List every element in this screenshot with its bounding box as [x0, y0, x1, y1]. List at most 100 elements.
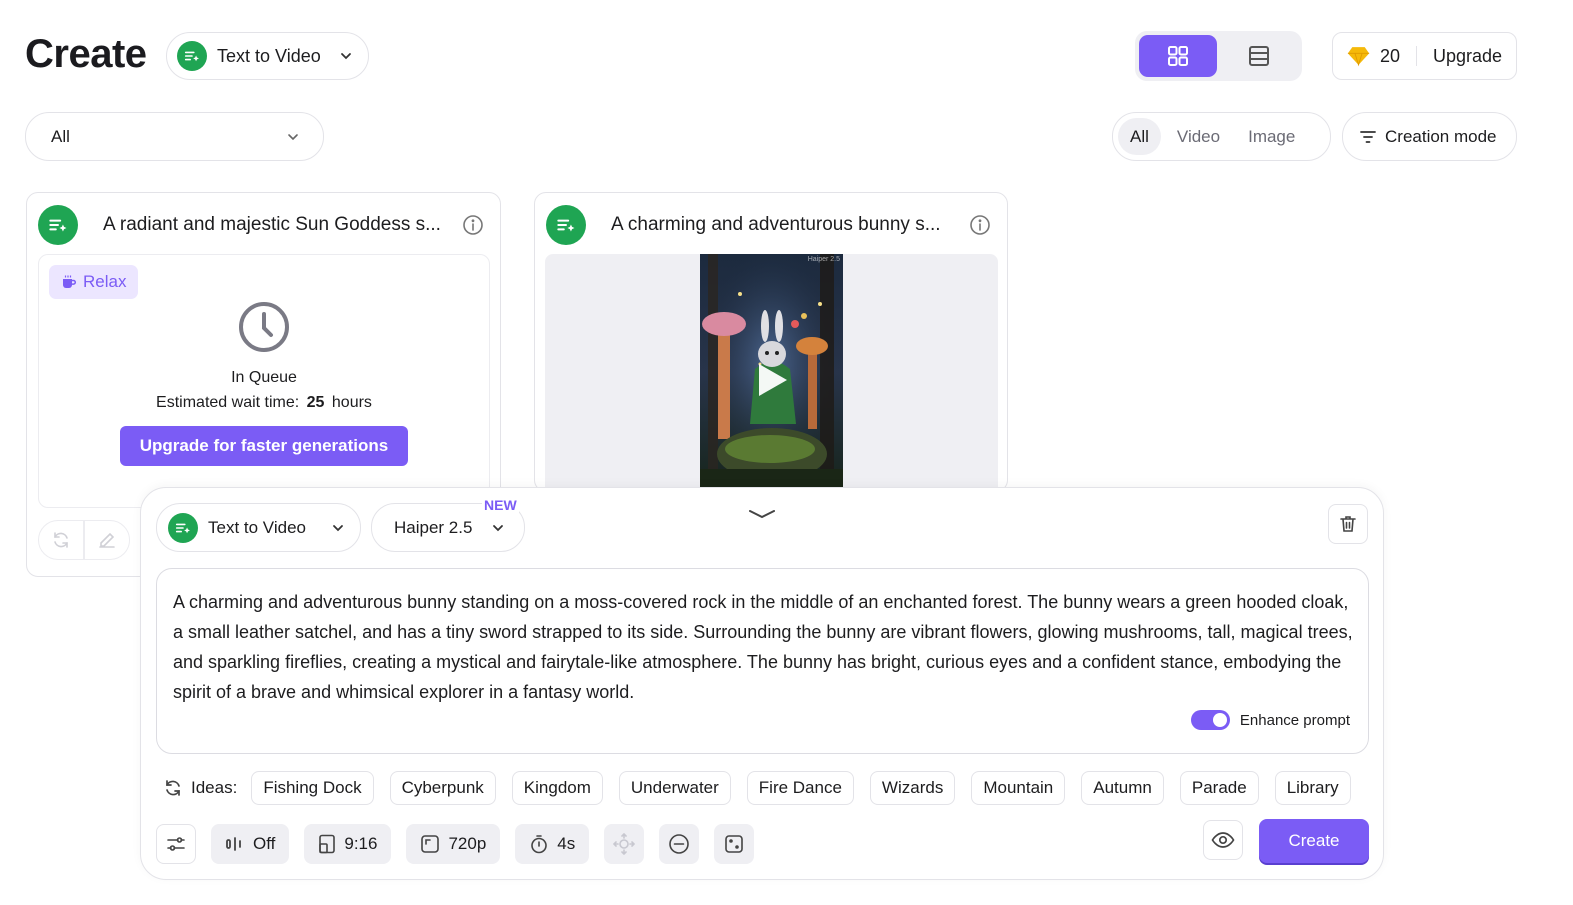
audio-wave-icon [226, 836, 241, 851]
audio-value: Off [253, 833, 276, 853]
generation-card: A charming and adventurous bunny s... Ha… [534, 192, 1008, 492]
filter-icon [1360, 130, 1376, 143]
edit-icon [99, 532, 115, 548]
wait-time-unit: hours [331, 394, 372, 411]
text-to-video-icon [177, 41, 207, 71]
seed-button[interactable] [714, 823, 755, 864]
create-button[interactable]: Create [1259, 819, 1369, 863]
ideas-row: Ideas: Fishing Dock Cyberpunk Kingdom Un… [163, 771, 1367, 805]
idea-chip[interactable]: Fire Dance [746, 771, 854, 805]
prompt-text: A charming and adventurous bunny standin… [173, 592, 1353, 702]
video-preview-area: Haiper 2.5 [545, 254, 998, 492]
refresh-icon [54, 532, 68, 548]
card-title: A charming and adventurous bunny s... [611, 214, 941, 235]
idea-chip[interactable]: Kingdom [511, 771, 603, 805]
card-header: A charming and adventurous bunny s... [546, 205, 991, 245]
list-view-button[interactable] [1221, 35, 1299, 77]
queue-status-box: Relax In Queue Estimated wait time: 25 h… [38, 254, 490, 508]
eye-icon [1211, 832, 1235, 848]
move-icon [613, 832, 636, 855]
enhance-prompt-toggle[interactable] [1190, 710, 1230, 730]
text-to-video-icon [168, 512, 198, 543]
aspect-ratio-button[interactable]: 9:16 [304, 823, 392, 864]
edit-button[interactable] [84, 520, 130, 560]
enhance-prompt-control: Enhance prompt [1190, 710, 1350, 730]
duration-button[interactable]: 4s [515, 823, 590, 864]
new-badge: NEW [482, 497, 519, 513]
duration-value: 4s [557, 833, 576, 853]
tab-video[interactable]: Video [1165, 118, 1232, 155]
coffee-icon [63, 275, 77, 288]
sliders-icon [167, 836, 185, 851]
trash-icon [1340, 516, 1356, 532]
prompt-textarea[interactable]: A charming and adventurous bunny standin… [156, 568, 1369, 754]
tab-all[interactable]: All [1118, 118, 1161, 155]
info-icon[interactable] [462, 214, 484, 236]
chevron-down-icon [341, 53, 351, 60]
video-watermark: Haiper 2.5 [807, 256, 840, 263]
minus-circle-icon [669, 833, 690, 854]
list-icon [1249, 46, 1270, 66]
idea-chip[interactable]: Mountain [971, 771, 1066, 805]
chevron-down-icon [493, 524, 503, 531]
camera-motion-button[interactable] [604, 823, 645, 864]
mode-dropdown-label: Text to Video [217, 45, 321, 66]
grid-icon [1167, 46, 1188, 66]
relax-badge-label: Relax [83, 272, 127, 291]
queue-status-text: In Queue [231, 369, 297, 386]
divider [1416, 46, 1417, 66]
card-header: A radiant and majestic Sun Goddess s... [38, 205, 484, 245]
resolution-button[interactable]: 720p [406, 823, 501, 864]
idea-chip[interactable]: Parade [1179, 771, 1259, 805]
creation-mode-button[interactable]: Creation mode [1342, 112, 1517, 161]
chevron-down-icon [288, 133, 298, 140]
dice-icon [725, 834, 744, 853]
model-label: Haiper 2.5 [394, 517, 473, 537]
refresh-icon[interactable] [163, 778, 183, 798]
idea-chip[interactable]: Cyberpunk [389, 771, 496, 805]
settings-button[interactable] [156, 823, 196, 864]
upgrade-faster-button[interactable]: Upgrade for faster generations [120, 426, 408, 466]
prompt-panel: Text to Video Haiper 2.5 NEW A charming … [140, 487, 1384, 880]
idea-chip[interactable]: Underwater [618, 771, 731, 805]
wait-time-text: Estimated wait time: 25 hours [39, 394, 489, 412]
wait-time-value: 25 [306, 394, 325, 411]
view-toggle [1135, 31, 1302, 81]
aspect-ratio-value: 9:16 [344, 833, 378, 853]
enhance-prompt-label: Enhance prompt [1239, 711, 1350, 729]
clock-icon [239, 302, 289, 352]
retry-button[interactable] [38, 520, 84, 560]
upgrade-link[interactable]: Upgrade [1433, 46, 1502, 67]
idea-chip[interactable]: Wizards [869, 771, 956, 805]
resolution-icon [421, 834, 440, 853]
collapse-chevron-icon[interactable] [747, 506, 777, 522]
grid-view-button[interactable] [1139, 35, 1217, 77]
panel-mode-dropdown[interactable]: Text to Video [156, 503, 361, 552]
audio-toggle[interactable]: Off [211, 823, 290, 864]
negative-prompt-button[interactable] [659, 823, 700, 864]
video-thumbnail[interactable]: Haiper 2.5 [700, 254, 843, 492]
idea-chip[interactable]: Autumn [1081, 771, 1164, 805]
credits-panel: 20 Upgrade [1332, 32, 1517, 80]
resolution-value: 720p [448, 833, 487, 853]
card-title: A radiant and majestic Sun Goddess s... [103, 214, 441, 235]
tab-image[interactable]: Image [1236, 118, 1307, 155]
timer-icon [531, 834, 548, 853]
wait-time-label: Estimated wait time: [156, 394, 300, 411]
panel-mode-label: Text to Video [208, 517, 306, 537]
text-to-video-icon [38, 205, 78, 245]
play-icon[interactable] [755, 361, 789, 399]
idea-chip[interactable]: Library [1274, 771, 1351, 805]
media-type-filter: All Video Image [1112, 112, 1331, 161]
category-filter-dropdown[interactable]: All [25, 112, 324, 161]
aspect-ratio-icon [319, 834, 336, 853]
relax-badge: Relax [49, 265, 139, 299]
text-to-video-icon [546, 205, 586, 245]
idea-chip[interactable]: Fishing Dock [251, 771, 374, 805]
ideas-label: Ideas: [191, 778, 238, 797]
info-icon[interactable] [969, 214, 991, 236]
mode-dropdown[interactable]: Text to Video [166, 32, 369, 80]
delete-button[interactable] [1328, 504, 1368, 544]
preview-visibility-button[interactable] [1203, 820, 1243, 860]
gem-icon [1347, 47, 1370, 67]
